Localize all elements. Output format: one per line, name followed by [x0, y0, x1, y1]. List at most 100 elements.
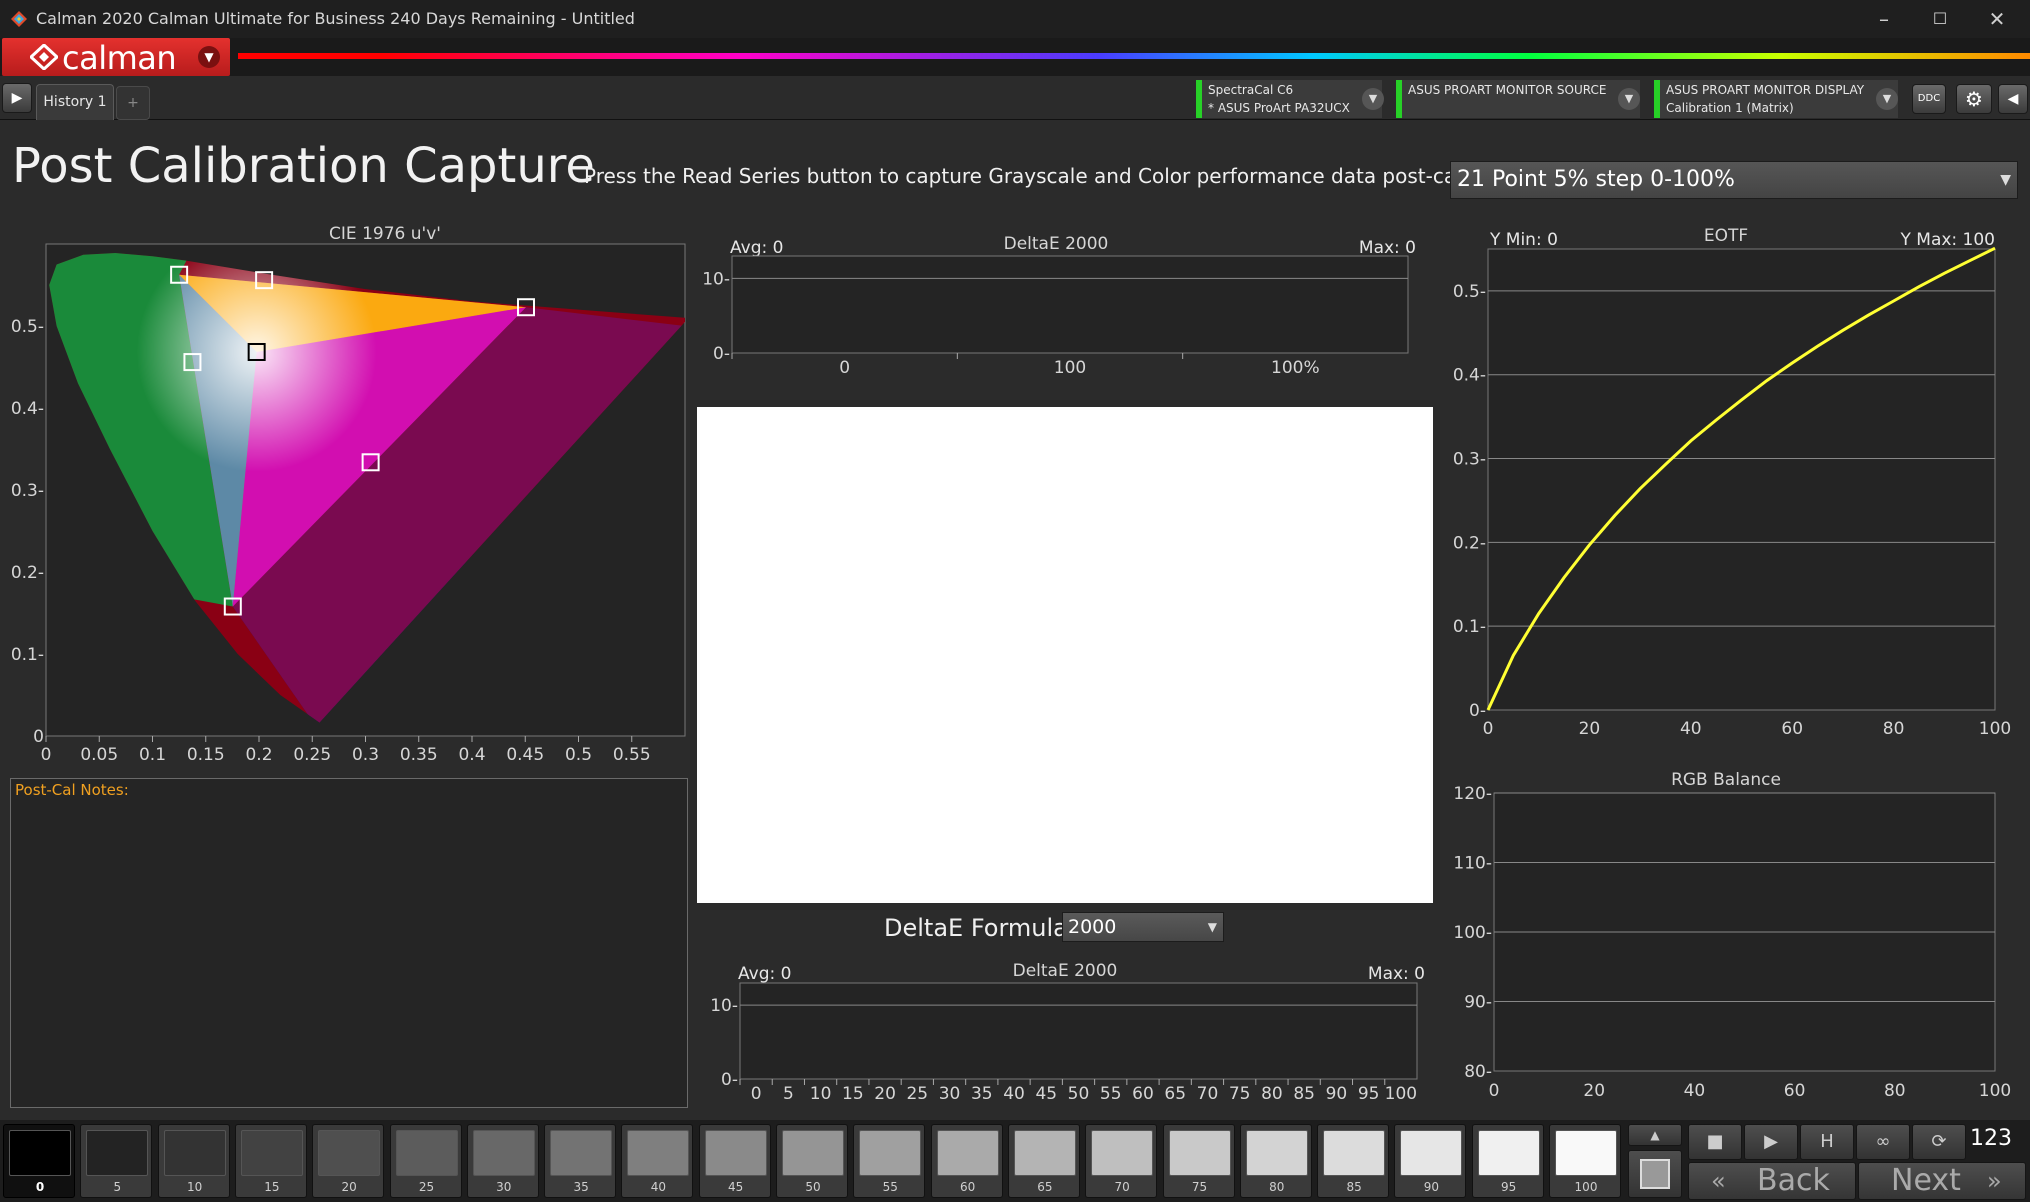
chevron-down-icon: ▼	[198, 46, 220, 68]
swatch-85[interactable]: 85	[1317, 1124, 1390, 1198]
ddc-icon[interactable]: DDC	[1912, 84, 1946, 114]
swatch-0[interactable]: 0	[3, 1124, 75, 1198]
stop-icon[interactable]: ■	[1688, 1124, 1742, 1160]
infinity-icon[interactable]: ∞	[1856, 1124, 1910, 1160]
rainbow-divider	[238, 53, 2030, 59]
minimize-icon[interactable]: –	[1855, 0, 1913, 38]
notes-label: Post-Cal Notes:	[15, 781, 129, 799]
deltae-x-tick-label: 90	[1326, 1084, 1348, 1104]
swatch-15[interactable]: 15	[234, 1124, 307, 1198]
swatch-chip	[627, 1130, 690, 1176]
swatch-chip	[1245, 1130, 1308, 1176]
tab-history-1[interactable]: History 1	[36, 84, 114, 120]
swatch-50[interactable]: 50	[776, 1124, 848, 1198]
cie-x-tick-label: 0.45	[506, 745, 544, 765]
eotf-ymin: Y Min: 0	[1489, 230, 1558, 250]
swatch-chip	[704, 1130, 767, 1176]
cie-y-tick-label: 0.1-	[11, 645, 44, 665]
deltae-y-tick-label: 10-	[702, 269, 730, 289]
add-tab-button[interactable]: +	[116, 86, 150, 120]
chevron-down-icon[interactable]: ▼	[1362, 88, 1384, 110]
deltae-x-tick-label: 0	[751, 1084, 762, 1104]
eotf-x-tick-label: 80	[1883, 719, 1905, 739]
swatch-90[interactable]: 90	[1394, 1124, 1467, 1198]
device-meter-name: SpectraCal C6	[1208, 83, 1294, 97]
swatch-chip	[472, 1130, 535, 1176]
swatch-label: 100	[1574, 1180, 1598, 1194]
swatch-45[interactable]: 45	[698, 1124, 771, 1198]
chevron-up-icon[interactable]: ▲	[1628, 1124, 1682, 1146]
hold-icon[interactable]: H	[1800, 1124, 1854, 1160]
cie-x-tick-label: 0.15	[187, 745, 225, 765]
deltae-bottom-title: DeltaE 2000	[1013, 961, 1118, 981]
swatch-label: 40	[650, 1180, 667, 1194]
swatch-label: 5	[113, 1180, 122, 1194]
eotf-y-tick-label: 0.5-	[1453, 282, 1486, 302]
swatch-95[interactable]: 95	[1471, 1124, 1544, 1198]
calman-app-icon	[11, 11, 27, 27]
back-button[interactable]: « Back	[1688, 1162, 1856, 1200]
eotf-y-tick-label: 0.1-	[1453, 617, 1486, 637]
swatch-60[interactable]: 60	[930, 1124, 1003, 1198]
device-display-detail: Calibration 1 (Matrix)	[1666, 101, 1794, 115]
double-right-icon: »	[1987, 1167, 2002, 1195]
double-left-icon: «	[1711, 1167, 1726, 1195]
rgb-y-tick-label: 90-	[1464, 993, 1492, 1013]
swatch-75[interactable]: 75	[1162, 1124, 1235, 1198]
rgb-balance-chart: RGB Balance 80- 90- 100- 110- 120- 0 20 40 60 80 1…	[1453, 770, 2011, 1101]
next-button[interactable]: Next »	[1858, 1162, 2026, 1200]
chevron-down-icon[interactable]: ▼	[1618, 88, 1640, 110]
refresh-icon[interactable]: ⟳	[1912, 1124, 1966, 1160]
gear-icon[interactable]: ⚙	[1956, 84, 1992, 114]
window-title: Calman 2020 Calman Ultimate for Business…	[36, 9, 635, 28]
swatch-20[interactable]: 20	[312, 1124, 385, 1198]
counter: 123	[1970, 1126, 2012, 1151]
swatch-65[interactable]: 65	[1007, 1124, 1080, 1198]
swatch-label: 25	[418, 1180, 435, 1194]
logo-text: calman	[62, 39, 177, 77]
play-icon[interactable]: ▶	[1744, 1124, 1798, 1160]
swatch-35[interactable]: 35	[544, 1124, 617, 1198]
eotf-y-tick-label: 0.4-	[1453, 366, 1486, 386]
pattern-window-button[interactable]	[1628, 1150, 1682, 1198]
swatch-30[interactable]: 30	[466, 1124, 539, 1198]
device-source[interactable]: ASUS PROART MONITOR SOURCE ▼	[1396, 80, 1640, 118]
rgb-x-tick-label: 20	[1583, 1081, 1605, 1101]
swatch-chip	[1013, 1130, 1076, 1176]
swatch-25[interactable]: 25	[389, 1124, 462, 1198]
swatch-5[interactable]: 5	[80, 1124, 153, 1198]
deltae-x-tick-label: 75	[1229, 1084, 1251, 1104]
chevron-down-icon[interactable]: ▼	[1876, 88, 1898, 110]
swatch-10[interactable]: 10	[157, 1124, 230, 1198]
deltae-x-tick-label: 40	[1003, 1084, 1025, 1104]
swatch-label: 55	[882, 1180, 898, 1194]
rgb-x-tick-label: 0	[1489, 1081, 1500, 1101]
swatch-chip	[1168, 1130, 1231, 1176]
device-meter[interactable]: SpectraCal C6 * ASUS ProArt PA32UCX ▼	[1196, 80, 1384, 118]
post-cal-notes[interactable]: Post-Cal Notes:	[10, 778, 688, 1108]
deltae-x-tick-label: 15	[842, 1084, 864, 1104]
swatch-100[interactable]: 100	[1549, 1124, 1621, 1198]
calman-menu-button[interactable]: calman ▼	[2, 38, 230, 77]
swatch-label: 15	[264, 1180, 280, 1194]
swatch-55[interactable]: 55	[853, 1124, 926, 1198]
device-source-name: ASUS PROART MONITOR SOURCE	[1408, 83, 1607, 97]
close-icon[interactable]: ✕	[1968, 0, 2026, 38]
rgb-y-tick-label: 110-	[1453, 854, 1492, 874]
rgb-x-tick-label: 40	[1684, 1081, 1706, 1101]
swatch-40[interactable]: 40	[621, 1124, 694, 1198]
play-sidebar-button[interactable]: ▶	[2, 83, 32, 113]
swatch-80[interactable]: 80	[1239, 1124, 1312, 1198]
swatch-70[interactable]: 70	[1085, 1124, 1158, 1198]
maximize-icon[interactable]: ☐	[1911, 0, 1969, 38]
deltae-formula-select[interactable]: 2000 ▼	[1062, 912, 1224, 942]
collapse-panel-button[interactable]: ◀	[1998, 84, 2028, 114]
cie-title: CIE 1976 u'v'	[329, 224, 441, 244]
device-display[interactable]: ASUS PROART MONITOR DISPLAY Calibration …	[1654, 80, 1898, 118]
deltae-y-tick-label: 10-	[710, 996, 738, 1016]
eotf-y-tick-label: 0.2-	[1453, 533, 1486, 553]
cie-x-tick-label: 0	[41, 745, 52, 765]
swatch-label: 65	[1037, 1180, 1053, 1194]
cie-x-tick-label: 0.3	[352, 745, 379, 765]
series-select[interactable]: 21 Point 5% step 0-100% ▼	[1450, 161, 2018, 199]
